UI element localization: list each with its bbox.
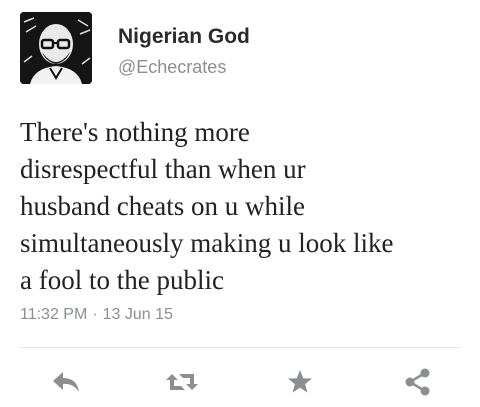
- tweet-timestamp[interactable]: 11:32 PM · 13 Jun 15: [20, 305, 173, 325]
- timestamp-separator: ·: [92, 306, 98, 323]
- tweet-card: Nigerian God @Echecrates There's nothing…: [0, 0, 480, 407]
- share-button[interactable]: [398, 362, 438, 402]
- favorite-button[interactable]: [280, 362, 320, 402]
- display-name[interactable]: Nigerian God: [118, 24, 250, 50]
- reply-button[interactable]: [46, 362, 86, 402]
- star-icon: [288, 370, 312, 393]
- share-icon: [405, 368, 430, 396]
- reply-icon: [53, 372, 79, 392]
- tweet-text-line: simultaneously making u look like: [20, 228, 394, 258]
- divider: [20, 347, 460, 348]
- tweet-text-line: husband cheats on u while: [20, 191, 305, 221]
- retweet-icon: [166, 374, 198, 390]
- action-bar: [0, 362, 480, 402]
- tweet-time: 11:32 PM: [20, 306, 88, 323]
- tweet-text-line: a fool to the public: [20, 265, 224, 295]
- avatar-illustration: [20, 12, 92, 84]
- user-handle[interactable]: @Echecrates: [118, 56, 226, 78]
- tweet-text-line: There's nothing more: [20, 117, 250, 147]
- tweet-date: 13 Jun 15: [102, 306, 173, 323]
- tweet-text-line: disrespectful than when ur: [20, 154, 306, 184]
- avatar[interactable]: [20, 12, 92, 84]
- retweet-button[interactable]: [162, 362, 202, 402]
- tweet-text: There's nothing more disrespectful than …: [20, 114, 470, 299]
